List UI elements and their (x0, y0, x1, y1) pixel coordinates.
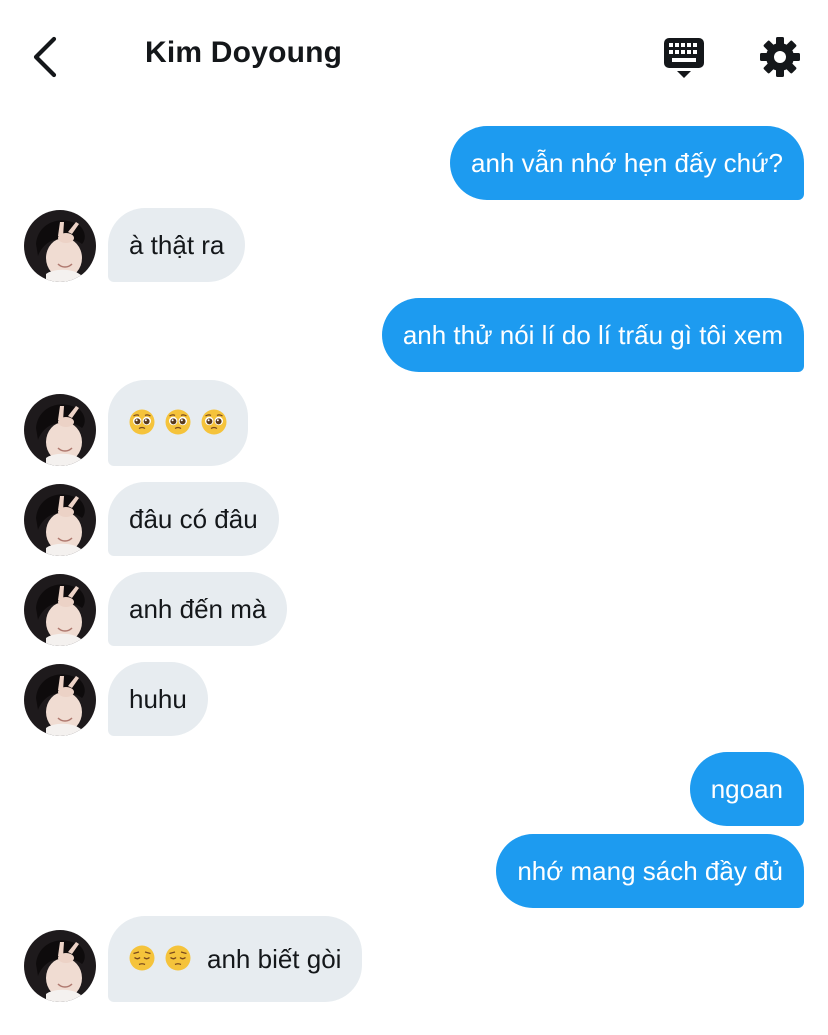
pensive-face-icon (165, 945, 191, 971)
incoming-message-bubble[interactable]: anh biết gòi (108, 916, 363, 1002)
contact-avatar[interactable] (24, 484, 96, 556)
settings-button[interactable] (757, 34, 803, 80)
message-text: nhớ mang sách đầy đủ (517, 856, 783, 886)
message-text: huhu (129, 684, 187, 714)
pleading-face-icon (201, 409, 227, 435)
pleading-face-icon (165, 409, 191, 435)
back-button[interactable] (22, 30, 66, 82)
pleading-face-icon (129, 409, 155, 435)
contact-avatar[interactable] (24, 210, 96, 282)
contact-avatar[interactable] (24, 930, 96, 1002)
keyboard-icon (664, 38, 704, 78)
pensive-face-icon (129, 945, 155, 971)
message-text: đâu có đâu (129, 504, 258, 534)
message-text: anh đến mà (129, 594, 267, 624)
contact-avatar[interactable] (24, 574, 96, 646)
incoming-message-bubble[interactable] (108, 380, 248, 466)
outgoing-message-bubble[interactable]: ngoan (689, 752, 804, 826)
outgoing-message-bubble[interactable]: nhớ mang sách đầy đủ (496, 834, 804, 908)
message-text: anh vẫn nhớ hẹn đấy chứ? (470, 148, 783, 178)
conversation-header: Kim Doyoung (0, 0, 828, 110)
incoming-message-bubble[interactable]: đâu có đâu (108, 482, 279, 556)
keyboard-toggle-button[interactable] (660, 34, 708, 82)
contact-avatar[interactable] (24, 394, 96, 466)
message-text: anh biết gòi (207, 944, 342, 974)
message-text: ngoan (710, 774, 783, 804)
incoming-message-bubble[interactable]: à thật ra (108, 208, 246, 282)
chevron-left-icon (33, 36, 57, 78)
message-text: à thật ra (129, 230, 225, 260)
gear-icon (760, 37, 800, 77)
message-text: anh thử nói lí do lí trấu gì tôi xem (402, 320, 783, 350)
outgoing-message-bubble[interactable]: anh vẫn nhớ hẹn đấy chứ? (449, 126, 804, 200)
contact-avatar[interactable] (24, 664, 96, 736)
conversation-title: Kim Doyoung (145, 36, 343, 69)
incoming-message-bubble[interactable]: anh đến mà (108, 572, 288, 646)
outgoing-message-bubble[interactable]: anh thử nói lí do lí trấu gì tôi xem (381, 298, 804, 372)
incoming-message-bubble[interactable]: huhu (108, 662, 208, 736)
